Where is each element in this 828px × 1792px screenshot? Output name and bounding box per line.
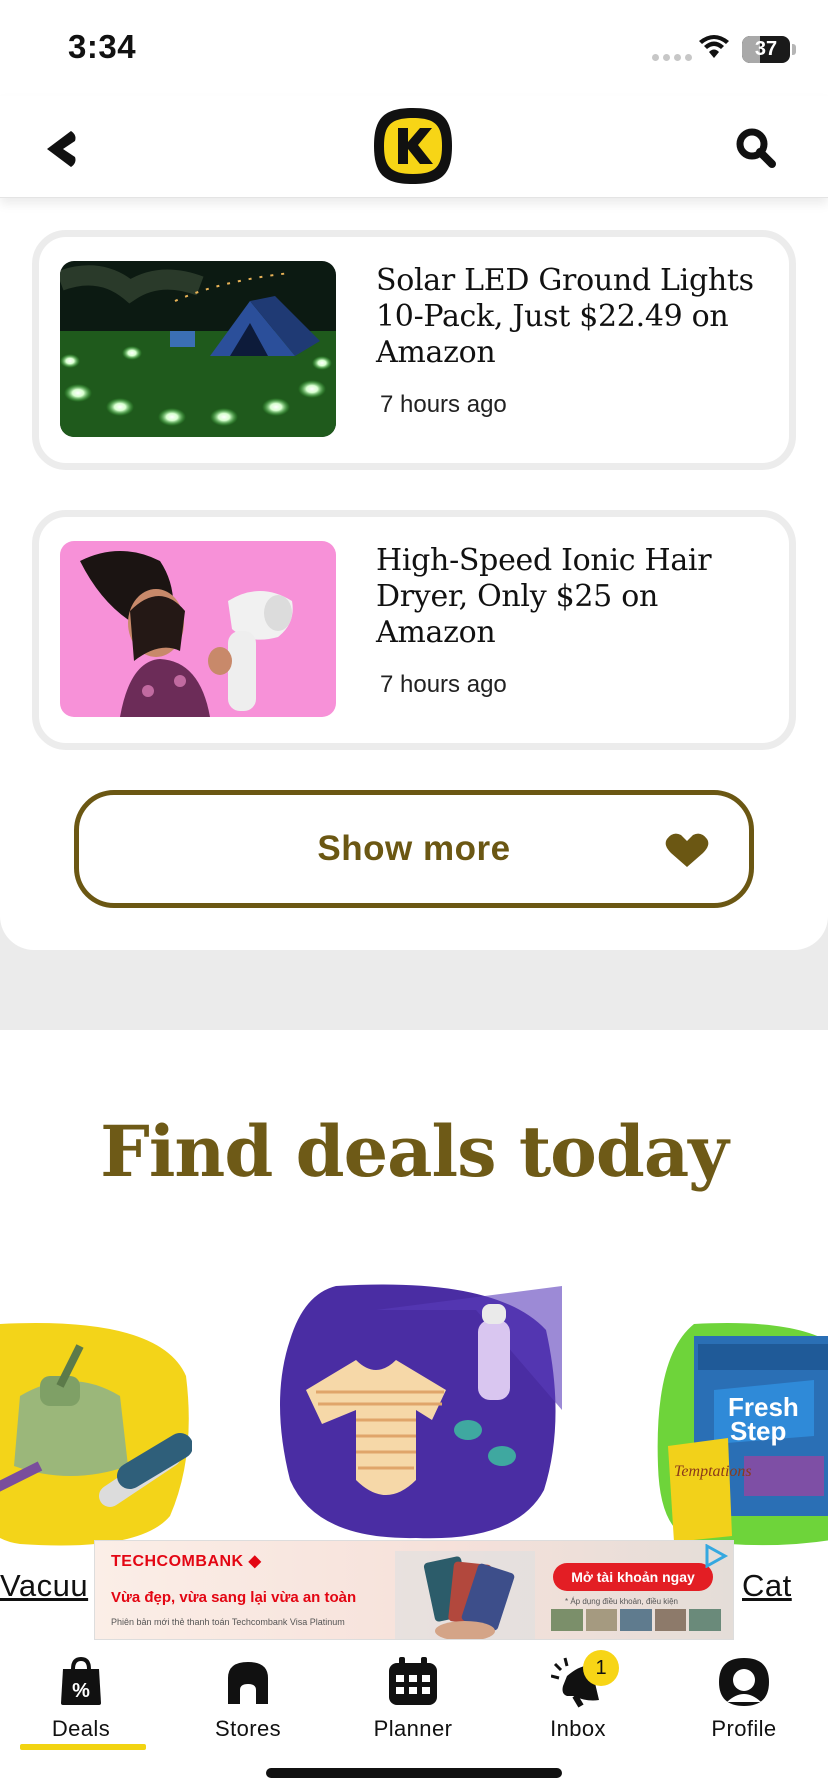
search-button[interactable]	[730, 122, 782, 174]
signal-icon	[652, 54, 692, 61]
deal-card[interactable]: Solar LED Ground Lights 10-Pack, Just $2…	[32, 230, 796, 470]
category-label[interactable]: Vacuu	[0, 1568, 88, 1604]
wifi-icon	[699, 35, 729, 58]
ad-banner[interactable]: TECHCOMBANK ◆ Vừa đẹp, vừa sang lại vừa …	[94, 1540, 734, 1640]
app-header	[0, 96, 828, 198]
profile-icon	[719, 1658, 769, 1706]
shopping-bag-percent-icon: %	[61, 1657, 101, 1705]
deal-title[interactable]: High-Speed Ionic Hair Dryer, Only $25 on…	[376, 543, 776, 651]
ad-choices-icon[interactable]	[701, 1544, 729, 1568]
deal-time: 7 hours ago	[380, 391, 507, 418]
section-title: Find deals today	[100, 1110, 729, 1193]
ad-disclaimer: * Áp dụng điều khoản, điều kiện	[565, 1597, 678, 1606]
svg-text:%: %	[72, 1680, 90, 1702]
tab-stores[interactable]: Stores	[183, 1654, 313, 1754]
baby-onesie-bottle-image	[280, 1284, 562, 1539]
category-tile-cat[interactable]: Fresh Step Temptations	[654, 1316, 828, 1548]
search-icon	[736, 128, 776, 168]
tab-deals[interactable]: % Deals	[16, 1654, 146, 1754]
credit-cards-image	[395, 1551, 535, 1639]
tab-label: Inbox	[550, 1716, 606, 1741]
inbox-badge: 1	[583, 1650, 619, 1686]
cat-litter-treats-image: Fresh Step Temptations	[657, 1323, 828, 1546]
ad-cta-button[interactable]: Mở tài khoản ngay	[553, 1563, 713, 1591]
solar-lights-campsite-image	[60, 261, 336, 437]
tab-planner[interactable]: Planner	[348, 1654, 478, 1754]
svg-text:Step: Step	[730, 1416, 786, 1446]
status-bar: 3:34 37	[0, 0, 828, 96]
hair-dryer-girl-image	[60, 541, 336, 717]
svg-text:Temptations: Temptations	[674, 1463, 752, 1480]
active-tab-indicator	[20, 1744, 146, 1750]
ad-headline: Vừa đẹp, vừa sang lại vừa an toàn	[111, 1589, 357, 1606]
ad-brand: TECHCOMBANK ◆	[111, 1553, 262, 1570]
status-time: 3:34	[68, 28, 137, 65]
ad-thumbnails	[551, 1609, 721, 1631]
vacuum-image	[0, 1323, 192, 1546]
show-more-label: Show more	[317, 829, 511, 868]
battery-icon: 37	[742, 36, 790, 63]
deals-panel: Solar LED Ground Lights 10-Pack, Just $2…	[0, 198, 828, 950]
tab-label: Stores	[215, 1716, 281, 1741]
category-tile-vacuum[interactable]	[0, 1316, 192, 1548]
battery-nub	[792, 44, 796, 55]
category-tile-baby[interactable]	[276, 1280, 562, 1542]
deal-card[interactable]: High-Speed Ionic Hair Dryer, Only $25 on…	[32, 510, 796, 750]
tab-label: Deals	[51, 1716, 111, 1741]
calendar-icon	[389, 1657, 437, 1705]
chevron-down-icon	[665, 833, 709, 867]
tab-inbox[interactable]: 1 Inbox	[513, 1650, 643, 1754]
tab-label: Profile	[711, 1716, 777, 1741]
tab-profile[interactable]: Profile	[679, 1654, 809, 1754]
ad-subtext: Phiên bản mới thẻ thanh toán Techcombank…	[111, 1617, 345, 1627]
tab-label: Planner	[373, 1716, 453, 1741]
deal-title[interactable]: Solar LED Ground Lights 10-Pack, Just $2…	[376, 263, 776, 371]
k-logo-icon[interactable]	[372, 106, 454, 186]
deal-time: 7 hours ago	[380, 671, 507, 698]
back-button[interactable]	[36, 124, 86, 174]
show-more-button[interactable]: Show more	[74, 790, 754, 908]
battery-level: 37	[754, 38, 778, 60]
home-indicator[interactable]	[266, 1768, 562, 1778]
chevron-left-icon	[47, 131, 76, 167]
category-label[interactable]: Cat	[742, 1568, 792, 1604]
store-icon	[228, 1662, 268, 1704]
